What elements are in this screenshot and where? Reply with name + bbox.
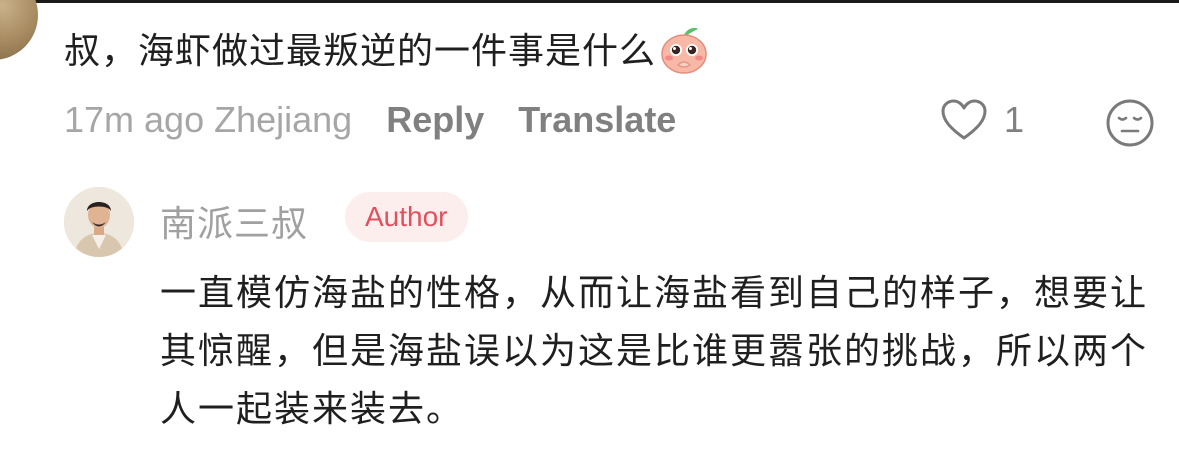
reply-button[interactable]: Reply xyxy=(386,99,484,141)
time-location: 17m ago Zhejiang xyxy=(64,99,353,140)
comment-text: 叔，海虾做过最叛逆的一件事是什么 xyxy=(64,22,710,75)
peach-emoji-icon xyxy=(661,27,707,74)
commenter-avatar[interactable] xyxy=(0,0,38,60)
comment-body: 叔，海虾做过最叛逆的一件事是什么 xyxy=(64,31,657,72)
like-button[interactable]: 1 xyxy=(940,98,1024,142)
dislike-face-icon[interactable] xyxy=(1104,97,1156,149)
translate-button[interactable]: Translate xyxy=(518,99,676,141)
reply-text: 一直模仿海盐的性格，从而让海盐看到自己的样子，想要让其惊醒，但是海盐误以为这是比… xyxy=(160,273,1149,430)
heart-icon xyxy=(941,99,987,140)
author-badge: Author xyxy=(345,192,468,242)
comment-meta: 17m ago Zhejiang Reply Translate xyxy=(64,98,676,142)
top-divider xyxy=(0,0,1179,3)
author-avatar[interactable] xyxy=(64,187,134,257)
author-name[interactable]: 南派三叔 xyxy=(160,195,308,247)
like-count: 1 xyxy=(1004,99,1025,140)
